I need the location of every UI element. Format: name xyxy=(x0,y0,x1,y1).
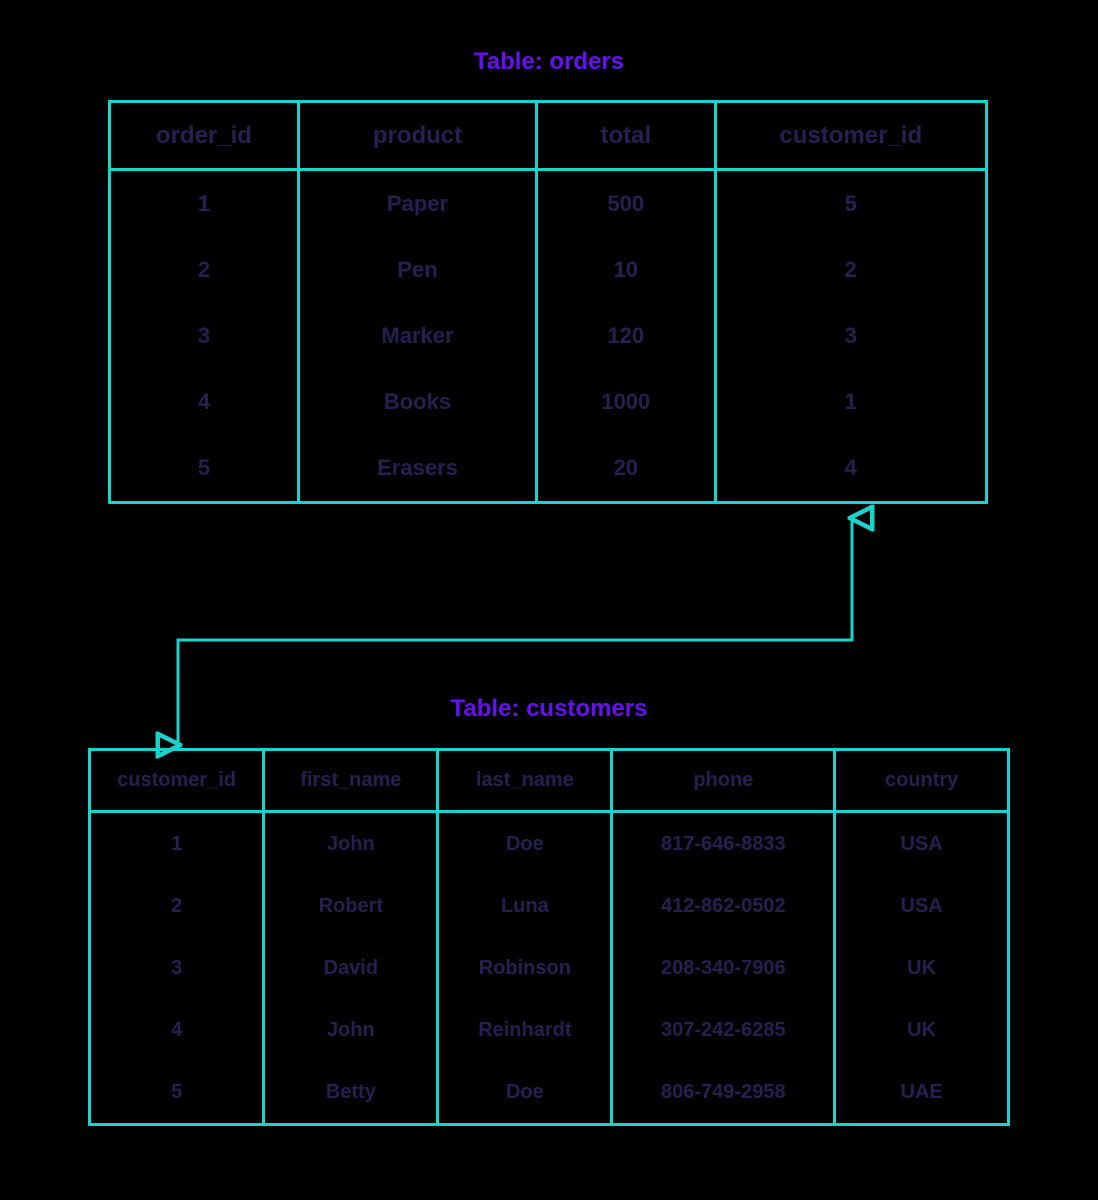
cell: John xyxy=(265,813,439,875)
orders-col-product: product xyxy=(300,103,538,171)
table-row: 3 David Robinson 208-340-7906 UK xyxy=(91,937,1007,999)
cell: 806-749-2958 xyxy=(613,1061,836,1123)
orders-col-order_id: order_id xyxy=(111,103,300,171)
table-row: 1 John Doe 817-646-8833 USA xyxy=(91,813,1007,875)
cell: 120 xyxy=(538,303,716,369)
orders-col-total: total xyxy=(538,103,716,171)
customers-header-row: customer_id first_name last_name phone c… xyxy=(91,751,1007,813)
cell: Erasers xyxy=(300,435,538,501)
orders-header-row: order_id product total customer_id xyxy=(111,103,985,171)
orders-table-title: Table: orders xyxy=(0,48,1098,76)
cell: Paper xyxy=(300,171,538,237)
cell: 1000 xyxy=(538,369,716,435)
cell: 2 xyxy=(717,237,985,303)
cell: 4 xyxy=(717,435,985,501)
cell: Doe xyxy=(439,1061,613,1123)
cell: USA xyxy=(836,875,1007,937)
table-row: 4 John Reinhardt 307-242-6285 UK xyxy=(91,999,1007,1061)
cell: Robinson xyxy=(439,937,613,999)
cell: 208-340-7906 xyxy=(613,937,836,999)
table-row: 2 Pen 10 2 xyxy=(111,237,985,303)
cell: 500 xyxy=(538,171,716,237)
customers-table-title: Table: customers xyxy=(0,695,1098,723)
cell: 1 xyxy=(91,813,265,875)
cell: Doe xyxy=(439,813,613,875)
cell: 5 xyxy=(91,1061,265,1123)
cell: 3 xyxy=(91,937,265,999)
cell: 2 xyxy=(91,875,265,937)
cell: 2 xyxy=(111,237,300,303)
cell: 3 xyxy=(111,303,300,369)
cell: Betty xyxy=(265,1061,439,1123)
cell: Reinhardt xyxy=(439,999,613,1061)
cell: 10 xyxy=(538,237,716,303)
cell: 3 xyxy=(717,303,985,369)
customers-col-phone: phone xyxy=(613,751,836,813)
table-row: 5 Erasers 20 4 xyxy=(111,435,985,501)
cell: 307-242-6285 xyxy=(613,999,836,1061)
cell: 817-646-8833 xyxy=(613,813,836,875)
table-row: 3 Marker 120 3 xyxy=(111,303,985,369)
cell: Pen xyxy=(300,237,538,303)
cell: UK xyxy=(836,999,1007,1061)
table-row: 2 Robert Luna 412-862-0502 USA xyxy=(91,875,1007,937)
table-row: 4 Books 1000 1 xyxy=(111,369,985,435)
cell: David xyxy=(265,937,439,999)
cell: UK xyxy=(836,937,1007,999)
table-row: 5 Betty Doe 806-749-2958 UAE xyxy=(91,1061,1007,1123)
cell: John xyxy=(265,999,439,1061)
cell: Luna xyxy=(439,875,613,937)
cell: USA xyxy=(836,813,1007,875)
orders-col-customer_id: customer_id xyxy=(717,103,985,171)
customers-col-customer_id: customer_id xyxy=(91,751,265,813)
cell: 1 xyxy=(717,369,985,435)
cell: 4 xyxy=(91,999,265,1061)
cell: UAE xyxy=(836,1061,1007,1123)
cell: 5 xyxy=(717,171,985,237)
cell: Marker xyxy=(300,303,538,369)
customers-col-country: country xyxy=(836,751,1007,813)
orders-table: order_id product total customer_id 1 Pap… xyxy=(108,100,988,504)
customers-col-first_name: first_name xyxy=(265,751,439,813)
cell: Books xyxy=(300,369,538,435)
cell: Robert xyxy=(265,875,439,937)
cell: 1 xyxy=(111,171,300,237)
customers-table: customer_id first_name last_name phone c… xyxy=(88,748,1010,1126)
cell: 5 xyxy=(111,435,300,501)
table-row: 1 Paper 500 5 xyxy=(111,171,985,237)
cell: 4 xyxy=(111,369,300,435)
customers-col-last_name: last_name xyxy=(439,751,613,813)
cell: 20 xyxy=(538,435,716,501)
cell: 412-862-0502 xyxy=(613,875,836,937)
